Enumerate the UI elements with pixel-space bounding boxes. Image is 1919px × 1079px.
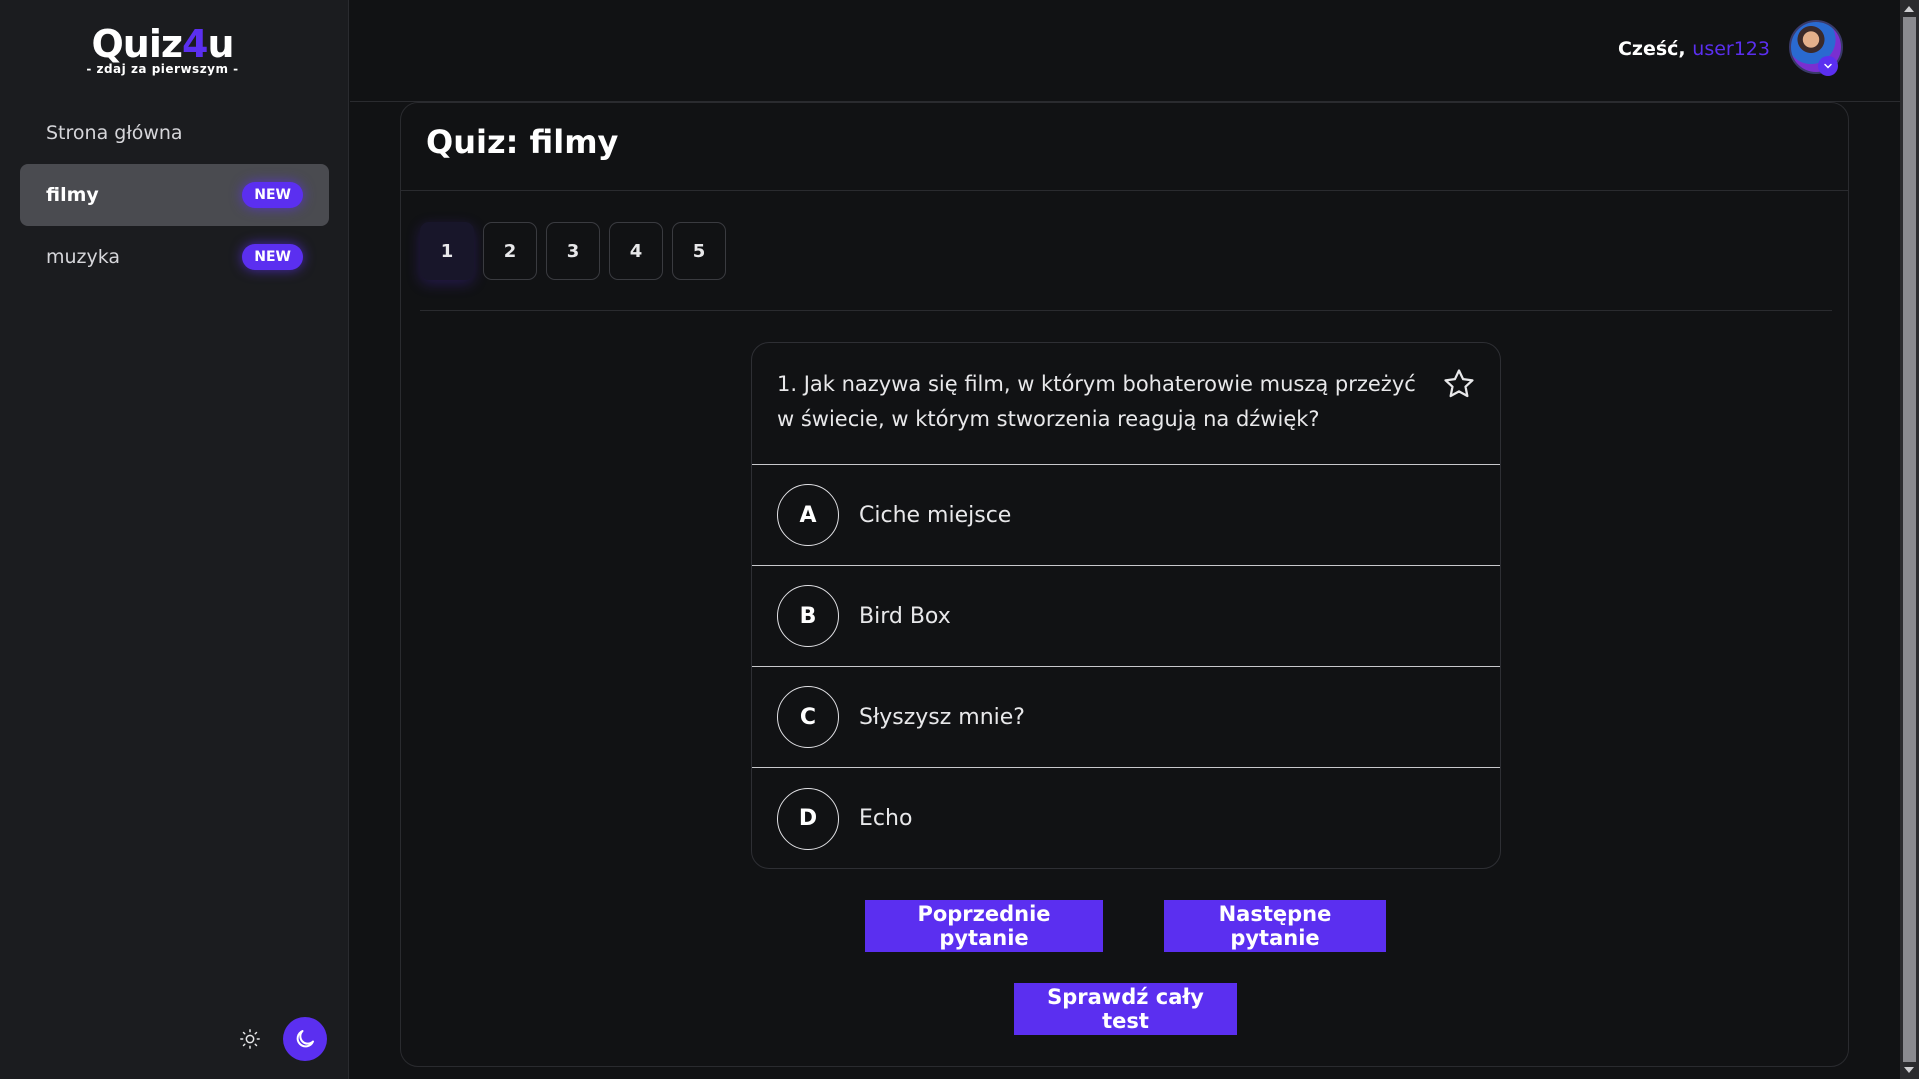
sidebar-nav: Strona główna filmy NEW muzyka NEW (20, 102, 329, 288)
scrollbar[interactable] (1900, 0, 1919, 1079)
page-button-2[interactable]: 2 (483, 222, 537, 280)
logo[interactable]: Quiz4u - zdaj za pierwszym - (0, 22, 325, 76)
logo-tagline: - zdaj za pierwszym - (86, 62, 239, 76)
scroll-up-arrow-icon[interactable] (1904, 6, 1914, 12)
answer-letter: D (777, 787, 839, 850)
sidebar-item-muzyka[interactable]: muzyka NEW (20, 226, 329, 288)
answer-letter: C (777, 686, 839, 748)
sidebar-item-label: filmy (46, 184, 99, 206)
sidebar-item-home[interactable]: Strona główna (20, 102, 329, 164)
username-link[interactable]: user123 (1692, 38, 1770, 60)
chevron-down-icon[interactable] (1818, 56, 1838, 76)
answer-option-a[interactable]: A Ciche miejsce (752, 465, 1500, 566)
previous-question-button[interactable]: Poprzednie pytanie (865, 900, 1103, 952)
page-button-5[interactable]: 5 (672, 222, 726, 280)
sidebar-item-label: Strona główna (46, 122, 183, 144)
logo-text: Quiz4u (91, 22, 234, 66)
scroll-down-arrow-icon[interactable] (1904, 1067, 1914, 1073)
sidebar-item-label: muzyka (46, 246, 121, 268)
answer-text: Echo (859, 806, 913, 831)
sun-icon[interactable] (235, 1024, 265, 1054)
greeting-text: Cześć, (1617, 38, 1686, 60)
question-card: 1. Jak nazywa się film, w którym bohater… (751, 342, 1501, 869)
page-button-1[interactable]: 1 (420, 222, 474, 280)
question-text: 1. Jak nazywa się film, w którym bohater… (752, 343, 1500, 465)
theme-toggle (235, 1017, 327, 1061)
moon-icon[interactable] (283, 1017, 327, 1061)
answer-letter: A (777, 484, 839, 546)
scrollbar-thumb[interactable] (1903, 17, 1916, 1062)
answer-letter: B (777, 585, 839, 647)
page-button-3[interactable]: 3 (546, 222, 600, 280)
star-icon[interactable] (1442, 367, 1476, 401)
answer-option-b[interactable]: B Bird Box (752, 566, 1500, 667)
top-header: Cześć, user123 (350, 0, 1900, 102)
page-button-4[interactable]: 4 (609, 222, 663, 280)
question-label: 1. Jak nazywa się film, w którym bohater… (777, 372, 1416, 431)
page-title: Quiz: filmy (426, 123, 619, 161)
quiz-card: Quiz: filmy 1 2 3 4 5 1. Jak nazywa się … (400, 102, 1849, 1067)
user-greeting: Cześć, user123 (1618, 38, 1770, 60)
check-test-button[interactable]: Sprawdź cały test (1014, 983, 1237, 1035)
answer-text: Bird Box (859, 603, 951, 629)
question-pager: 1 2 3 4 5 (420, 222, 726, 280)
new-badge: NEW (242, 182, 303, 208)
answer-option-c[interactable]: C Słyszysz mnie? (752, 667, 1500, 768)
divider (401, 190, 1848, 191)
answer-text: Słyszysz mnie? (859, 704, 1025, 730)
sidebar-item-filmy[interactable]: filmy NEW (20, 164, 329, 226)
divider (420, 310, 1832, 311)
sidebar: Quiz4u - zdaj za pierwszym - Strona głów… (0, 0, 349, 1079)
answer-option-d[interactable]: D Echo (752, 768, 1500, 868)
answer-text: Ciche miejsce (859, 502, 1012, 528)
new-badge: NEW (242, 244, 303, 270)
next-question-button[interactable]: Następne pytanie (1164, 900, 1386, 952)
